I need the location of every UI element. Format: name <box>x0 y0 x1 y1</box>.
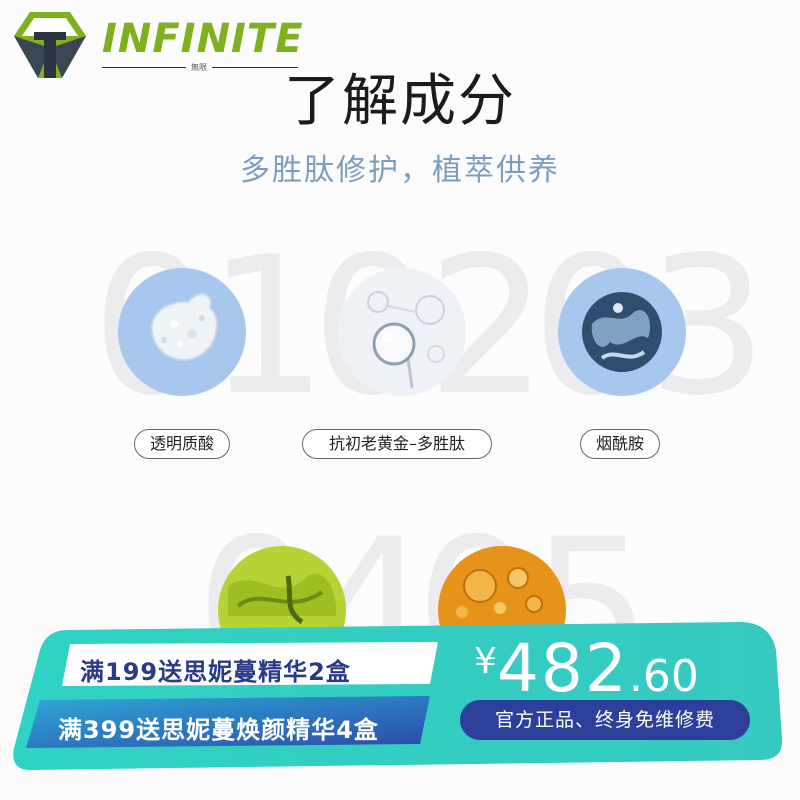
promo-offer-2: 满399送思妮蔓焕颜精华4盒 <box>58 716 379 744</box>
ingredient-label-niacinamide: 烟酰胺 <box>580 429 660 459</box>
price-main: 482 <box>496 630 629 707</box>
page-title: 了解成分 <box>284 69 516 134</box>
price-decimal: .60 <box>628 651 699 702</box>
peptide-molecule-image <box>338 268 466 396</box>
promo-offer-1: 满199送思妮蔓精华2盒 <box>80 658 351 686</box>
page-subtitle: 多胜肽修护，植萃供养 <box>240 153 560 188</box>
ingredient-label-peptide: 抗初老黄金–多胜肽 <box>302 429 492 459</box>
price-currency: ¥ <box>474 641 497 682</box>
promo-banner[interactable]: 满199送思妮蔓精华2盒 满399送思妮蔓焕颜精华4盒 ¥482.60 官方正品… <box>0 620 800 800</box>
hyaluronic-acid-image <box>118 268 246 396</box>
niacinamide-image <box>558 268 686 396</box>
guarantee-tag: 官方正品、终身免维修费 <box>460 700 750 740</box>
price: ¥482.60 <box>474 630 699 707</box>
ingredient-label-hyaluronic: 透明质酸 <box>134 429 230 459</box>
